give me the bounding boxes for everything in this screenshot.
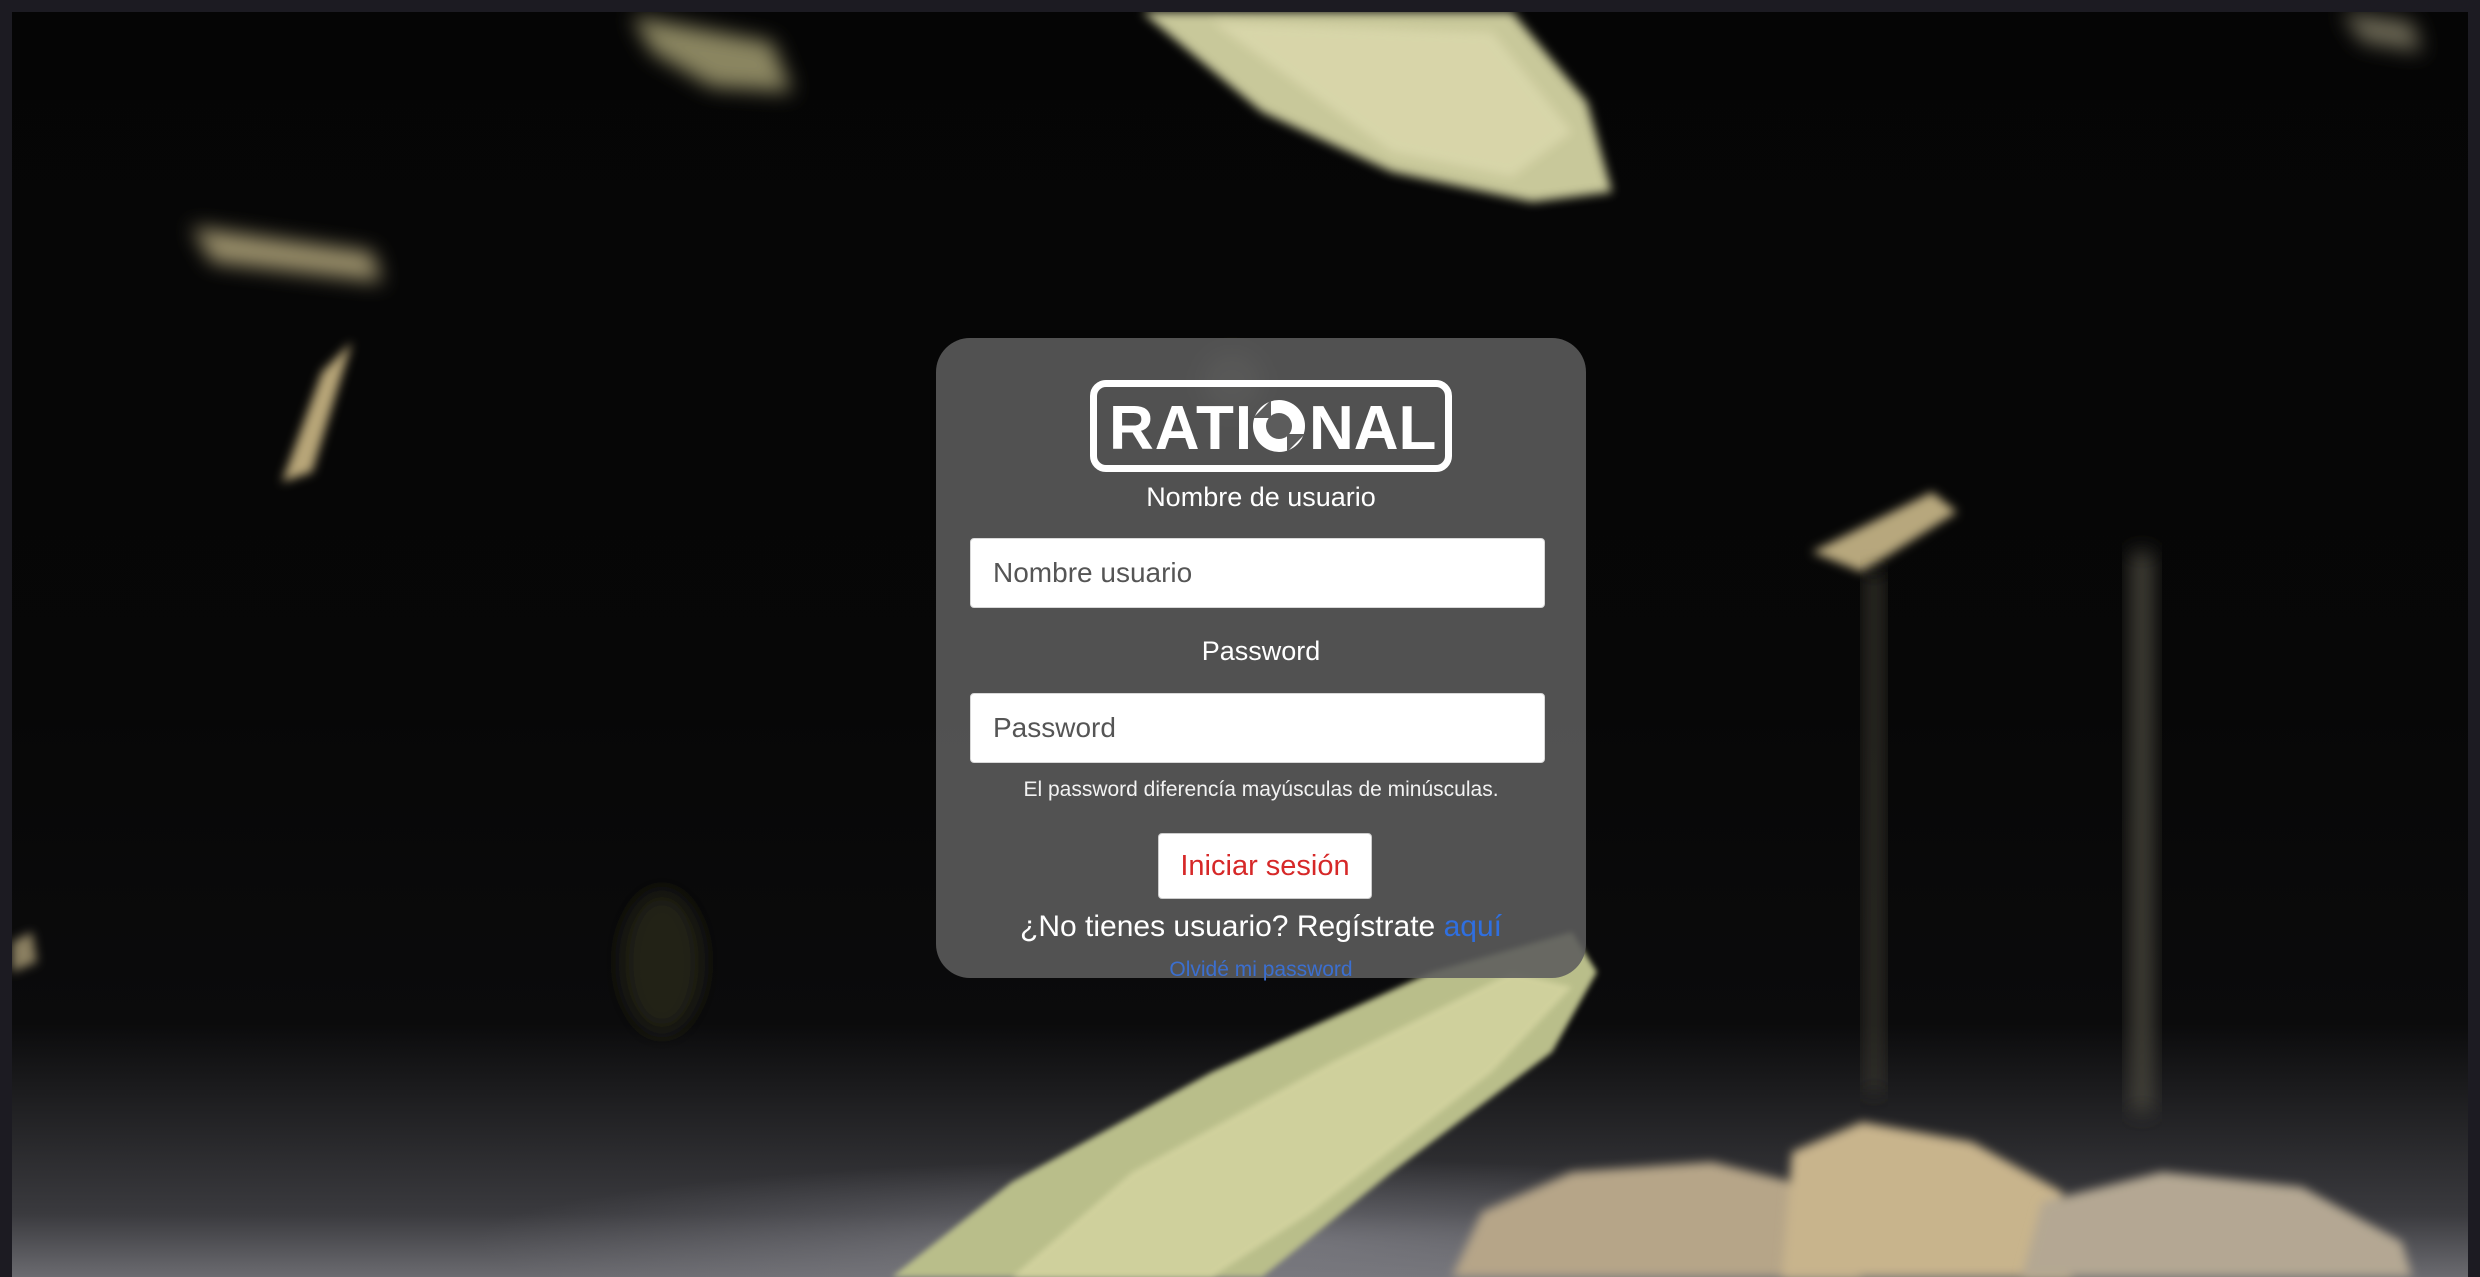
register-prompt: ¿No tienes usuario? Regístrate aquí <box>936 910 1586 944</box>
page-background: RATI NAL Nombre de usuario Password El p… <box>12 12 2468 1277</box>
login-card: RATI NAL Nombre de usuario Password El p… <box>936 338 1586 981</box>
forgot-password-link[interactable]: Olvidé mi password <box>1169 958 1352 981</box>
username-input[interactable] <box>970 538 1545 608</box>
svg-text:NAL: NAL <box>1309 394 1436 463</box>
username-label: Nombre de usuario <box>1146 482 1376 512</box>
rational-logo: RATI NAL <box>1090 380 1452 472</box>
register-link[interactable]: aquí <box>1444 910 1502 943</box>
password-input[interactable] <box>970 693 1545 763</box>
password-label: Password <box>1201 636 1321 666</box>
rational-logo-icon: RATI NAL <box>1109 394 1436 463</box>
forgot-password: Olvidé mi password <box>936 958 1586 982</box>
case-sensitive-hint: El password diferencía mayúsculas de min… <box>1023 778 1499 801</box>
register-prompt-text: ¿No tienes usuario? Regístrate <box>1020 910 1436 943</box>
svg-text:RATI: RATI <box>1109 394 1253 463</box>
login-button[interactable]: Iniciar sesión <box>1158 833 1372 899</box>
